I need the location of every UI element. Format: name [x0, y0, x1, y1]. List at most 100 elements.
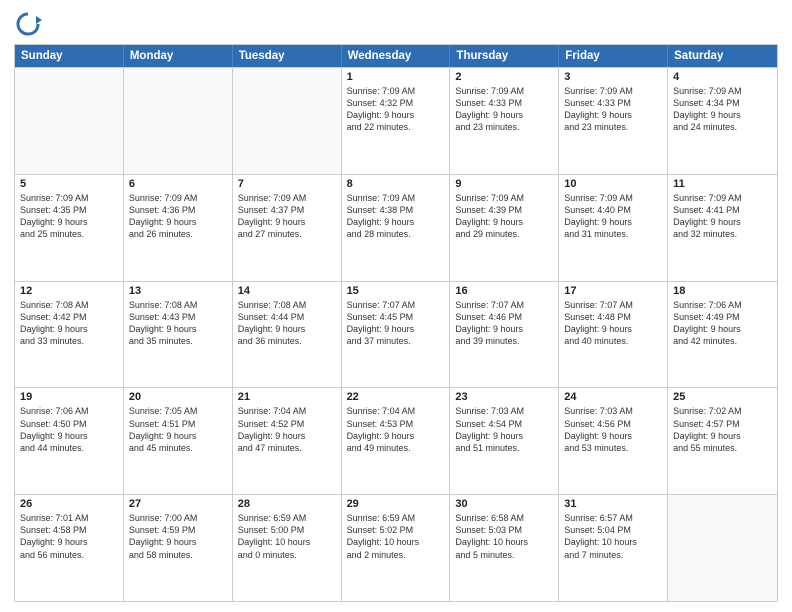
cell-info-line: Daylight: 9 hours	[238, 323, 336, 335]
calendar-cell-8: 8Sunrise: 7:09 AMSunset: 4:38 PMDaylight…	[342, 175, 451, 281]
cell-info-line: and 49 minutes.	[347, 442, 445, 454]
cell-info-line: and 22 minutes.	[347, 121, 445, 133]
cell-info-line: Daylight: 9 hours	[455, 430, 553, 442]
day-number: 2	[455, 71, 553, 83]
cell-info-line: Daylight: 9 hours	[238, 216, 336, 228]
calendar-cell-10: 10Sunrise: 7:09 AMSunset: 4:40 PMDayligh…	[559, 175, 668, 281]
cell-info-line: Sunset: 4:33 PM	[455, 97, 553, 109]
cell-info-line: Sunrise: 7:07 AM	[347, 299, 445, 311]
cell-info-line: Sunset: 4:34 PM	[673, 97, 772, 109]
calendar-row-4: 26Sunrise: 7:01 AMSunset: 4:58 PMDayligh…	[15, 494, 777, 601]
calendar-cell-11: 11Sunrise: 7:09 AMSunset: 4:41 PMDayligh…	[668, 175, 777, 281]
cell-info-line: and 2 minutes.	[347, 549, 445, 561]
weekday-header-wednesday: Wednesday	[342, 45, 451, 67]
day-number: 29	[347, 498, 445, 510]
calendar-cell-empty	[124, 68, 233, 174]
cell-info-line: Sunrise: 6:57 AM	[564, 512, 662, 524]
cell-info-line: and 40 minutes.	[564, 335, 662, 347]
cell-info-line: and 37 minutes.	[347, 335, 445, 347]
calendar-cell-15: 15Sunrise: 7:07 AMSunset: 4:45 PMDayligh…	[342, 282, 451, 388]
day-number: 31	[564, 498, 662, 510]
cell-info-line: Sunset: 4:49 PM	[673, 311, 772, 323]
cell-info-line: Daylight: 9 hours	[564, 109, 662, 121]
cell-info-line: and 26 minutes.	[129, 228, 227, 240]
cell-info-line: Sunset: 5:00 PM	[238, 524, 336, 536]
cell-info-line: Sunset: 4:54 PM	[455, 418, 553, 430]
cell-info-line: Sunset: 4:38 PM	[347, 204, 445, 216]
cell-info-line: and 39 minutes.	[455, 335, 553, 347]
calendar-cell-4: 4Sunrise: 7:09 AMSunset: 4:34 PMDaylight…	[668, 68, 777, 174]
cell-info-line: and 55 minutes.	[673, 442, 772, 454]
cell-info-line: Sunrise: 7:09 AM	[564, 192, 662, 204]
logo-icon	[14, 10, 42, 38]
cell-info-line: Sunset: 4:39 PM	[455, 204, 553, 216]
cell-info-line: Sunset: 4:33 PM	[564, 97, 662, 109]
header	[14, 10, 778, 38]
cell-info-line: Daylight: 9 hours	[455, 216, 553, 228]
cell-info-line: Sunset: 4:46 PM	[455, 311, 553, 323]
cell-info-line: and 45 minutes.	[129, 442, 227, 454]
cell-info-line: Sunrise: 7:09 AM	[20, 192, 118, 204]
day-number: 7	[238, 178, 336, 190]
cell-info-line: Daylight: 9 hours	[129, 536, 227, 548]
cell-info-line: and 33 minutes.	[20, 335, 118, 347]
cell-info-line: and 47 minutes.	[238, 442, 336, 454]
calendar-cell-2: 2Sunrise: 7:09 AMSunset: 4:33 PMDaylight…	[450, 68, 559, 174]
cell-info-line: Daylight: 9 hours	[347, 216, 445, 228]
cell-info-line: Daylight: 9 hours	[129, 430, 227, 442]
cell-info-line: Daylight: 9 hours	[564, 216, 662, 228]
day-number: 9	[455, 178, 553, 190]
calendar-cell-3: 3Sunrise: 7:09 AMSunset: 4:33 PMDaylight…	[559, 68, 668, 174]
day-number: 8	[347, 178, 445, 190]
calendar-cell-empty	[668, 495, 777, 601]
calendar-cell-6: 6Sunrise: 7:09 AMSunset: 4:36 PMDaylight…	[124, 175, 233, 281]
cell-info-line: Sunset: 4:59 PM	[129, 524, 227, 536]
cell-info-line: and 7 minutes.	[564, 549, 662, 561]
calendar-cell-9: 9 Sunrise: 7:09 AMSunset: 4:39 PMDaylight…	[450, 175, 559, 281]
cell-info-line: and 58 minutes.	[129, 549, 227, 561]
calendar: SundayMondayTuesdayWednesdayThursdayFrid…	[14, 44, 778, 602]
day-number: 18	[673, 285, 772, 297]
day-number: 28	[238, 498, 336, 510]
cell-info-line: and 35 minutes.	[129, 335, 227, 347]
calendar-header: SundayMondayTuesdayWednesdayThursdayFrid…	[15, 45, 777, 67]
cell-info-line: Daylight: 9 hours	[20, 536, 118, 548]
calendar-cell-30: 30Sunrise: 6:58 AMSunset: 5:03 PMDayligh…	[450, 495, 559, 601]
cell-info-line: Sunrise: 7:08 AM	[238, 299, 336, 311]
calendar-cell-20: 20Sunrise: 7:05 AMSunset: 4:51 PMDayligh…	[124, 388, 233, 494]
cell-info-line: Sunrise: 7:09 AM	[455, 192, 553, 204]
cell-info-line: Sunrise: 7:04 AM	[238, 405, 336, 417]
calendar-row-0: 1Sunrise: 7:09 AMSunset: 4:32 PMDaylight…	[15, 67, 777, 174]
cell-info-line: and 29 minutes.	[455, 228, 553, 240]
cell-info-line: Daylight: 9 hours	[673, 216, 772, 228]
weekday-header-monday: Monday	[124, 45, 233, 67]
calendar-cell-7: 7Sunrise: 7:09 AMSunset: 4:37 PMDaylight…	[233, 175, 342, 281]
cell-info-line: Daylight: 9 hours	[455, 323, 553, 335]
cell-info-line: Sunrise: 7:06 AM	[20, 405, 118, 417]
cell-info-line: Sunrise: 7:05 AM	[129, 405, 227, 417]
cell-info-line: Daylight: 10 hours	[564, 536, 662, 548]
cell-info-line: Daylight: 9 hours	[564, 430, 662, 442]
day-number: 17	[564, 285, 662, 297]
cell-info-line: Sunrise: 7:09 AM	[564, 85, 662, 97]
cell-info-line: Daylight: 10 hours	[455, 536, 553, 548]
cell-info-line: Sunset: 4:36 PM	[129, 204, 227, 216]
cell-info-line: Daylight: 9 hours	[347, 109, 445, 121]
calendar-cell-23: 23Sunrise: 7:03 AMSunset: 4:54 PMDayligh…	[450, 388, 559, 494]
cell-info-line: and 53 minutes.	[564, 442, 662, 454]
cell-info-line: and 51 minutes.	[455, 442, 553, 454]
calendar-cell-31: 31Sunrise: 6:57 AMSunset: 5:04 PMDayligh…	[559, 495, 668, 601]
cell-info-line: Sunrise: 7:09 AM	[347, 85, 445, 97]
cell-info-line: Sunset: 4:41 PM	[673, 204, 772, 216]
cell-info-line: Daylight: 9 hours	[455, 109, 553, 121]
cell-info-line: Daylight: 9 hours	[347, 323, 445, 335]
cell-info-line: Daylight: 9 hours	[673, 109, 772, 121]
weekday-header-saturday: Saturday	[668, 45, 777, 67]
cell-info-line: Daylight: 9 hours	[238, 430, 336, 442]
cell-info-line: Sunset: 4:45 PM	[347, 311, 445, 323]
calendar-cell-29: 29Sunrise: 6:59 AMSunset: 5:02 PMDayligh…	[342, 495, 451, 601]
day-number: 30	[455, 498, 553, 510]
calendar-cell-5: 5Sunrise: 7:09 AMSunset: 4:35 PMDaylight…	[15, 175, 124, 281]
cell-info-line: Daylight: 9 hours	[20, 216, 118, 228]
cell-info-line: and 32 minutes.	[673, 228, 772, 240]
